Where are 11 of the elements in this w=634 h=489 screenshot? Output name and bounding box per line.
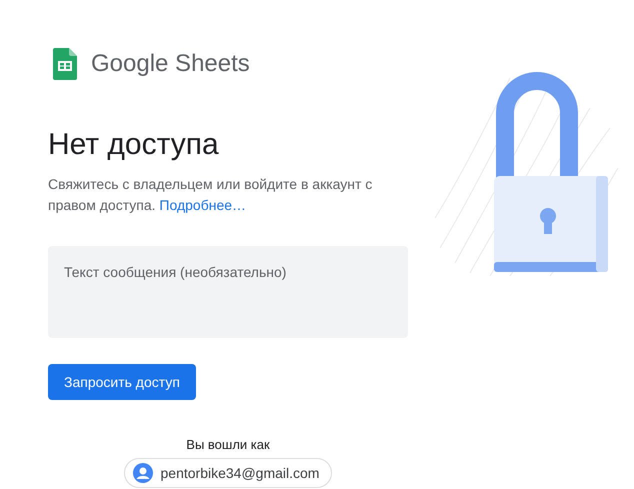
request-access-button[interactable]: Запросить доступ xyxy=(48,364,196,400)
account-chip[interactable]: pentorbike34@gmail.com xyxy=(124,458,332,488)
account-email: pentorbike34@gmail.com xyxy=(160,465,320,481)
page-heading: Нет доступа xyxy=(48,128,220,162)
spreadsheet-icon xyxy=(53,48,77,80)
message-text: Свяжитесь с владельцем или войдите в аккаунт с правом доступа. Подробнее… xyxy=(48,175,374,215)
product-name: Google Sheets xyxy=(91,50,250,78)
signed-in-label: Вы вошли как xyxy=(186,437,270,452)
avatar-icon xyxy=(132,463,153,483)
message-field[interactable]: Текст сообщения (необязательно) xyxy=(48,246,408,338)
learn-more-link[interactable]: Подробнее… xyxy=(159,197,246,213)
